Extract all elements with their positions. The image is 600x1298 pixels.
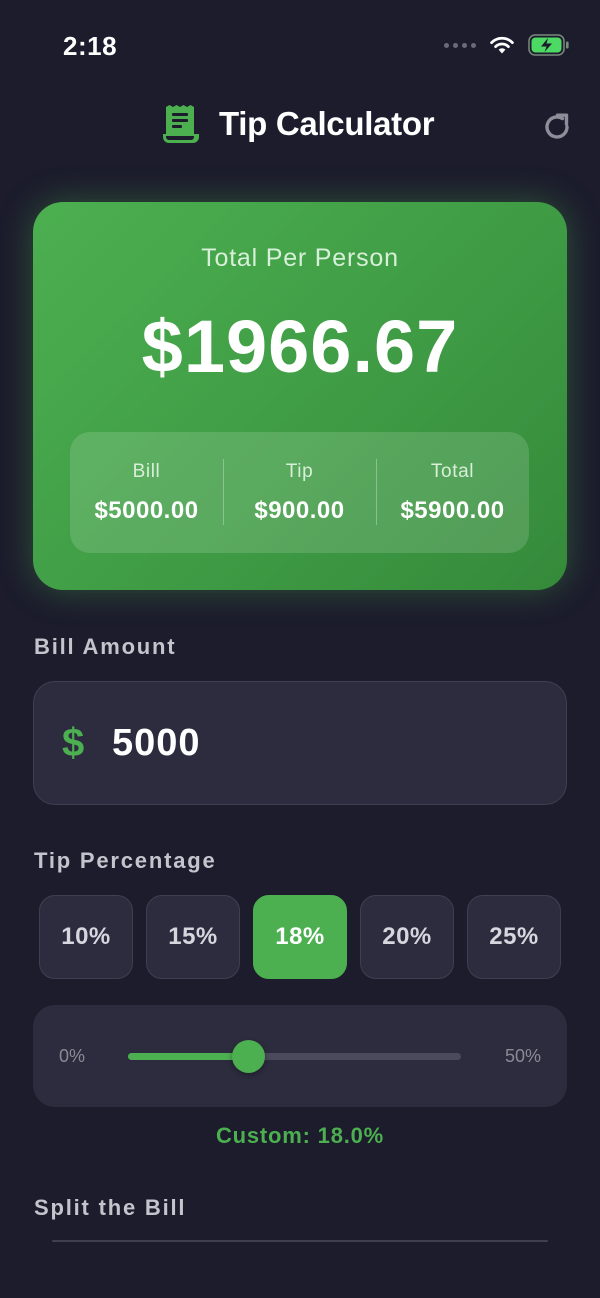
tip-slider-fill — [128, 1053, 248, 1060]
receipt-icon — [163, 105, 199, 143]
slider-max-label: 50% — [504, 1046, 541, 1066]
split-section-divider — [52, 1240, 548, 1242]
breakdown-value: $5000.00 — [94, 496, 199, 524]
reset-button[interactable] — [538, 108, 576, 146]
breakdown-label: Bill — [132, 460, 161, 482]
breakdown-label: Tip — [285, 460, 314, 482]
tip-option-18[interactable]: 18% — [253, 895, 347, 979]
tip-option-20[interactable]: 20% — [360, 895, 454, 979]
tip-slider-track[interactable] — [128, 1040, 461, 1073]
breakdown-tip: Tip $900.00 — [223, 458, 376, 525]
tip-option-25[interactable]: 25% — [467, 895, 561, 979]
breakdown-value: $900.00 — [254, 496, 345, 524]
tip-slider-thumb[interactable] — [231, 1040, 265, 1073]
bill-amount-label: Bill Amount — [34, 634, 177, 659]
tip-percentage-label: Tip Percentage — [34, 848, 217, 873]
slider-min-label: 0% — [59, 1046, 86, 1066]
signal-dots-icon — [444, 42, 476, 48]
battery-charging-icon — [528, 34, 569, 56]
app-title-group: Tip Calculator — [163, 104, 435, 144]
summary-card: Total Per Person $1966.67 Bill $5000.00 … — [33, 202, 567, 590]
per-person-label: Total Per Person — [201, 244, 399, 272]
split-bill-label: Split the Bill — [34, 1195, 187, 1220]
tip-option-10[interactable]: 10% — [39, 895, 133, 979]
tip-calculator-screen: 2:18 Tip Calculator Total Per Person $19… — [0, 0, 600, 1298]
refresh-icon — [545, 113, 569, 139]
tip-option-15[interactable]: 15% — [146, 895, 240, 979]
bill-amount-field[interactable]: $ 5000 — [33, 681, 567, 805]
wifi-icon — [490, 36, 514, 54]
breakdown-panel: Bill $5000.00 Tip $900.00 Total $5900.00 — [70, 432, 529, 553]
currency-symbol: $ — [62, 720, 85, 765]
status-time: 2:18 — [63, 31, 118, 61]
tip-preset-group: 10% 15% 18% 20% 25% — [39, 895, 561, 979]
breakdown-total: Total $5900.00 — [376, 458, 529, 525]
app-header: Tip Calculator — [0, 104, 600, 152]
breakdown-bill: Bill $5000.00 — [70, 461, 223, 525]
per-person-value: $1966.67 — [141, 305, 459, 388]
custom-tip-readout: Custom: 18.0% — [215, 1123, 385, 1148]
breakdown-value: $5900.00 — [400, 496, 505, 524]
page-title: Tip Calculator — [219, 105, 435, 142]
bill-amount-value: 5000 — [112, 721, 201, 764]
status-icons — [444, 34, 570, 56]
breakdown-label: Total — [430, 460, 475, 482]
custom-tip-slider-panel: 0% 50% — [33, 1005, 567, 1107]
